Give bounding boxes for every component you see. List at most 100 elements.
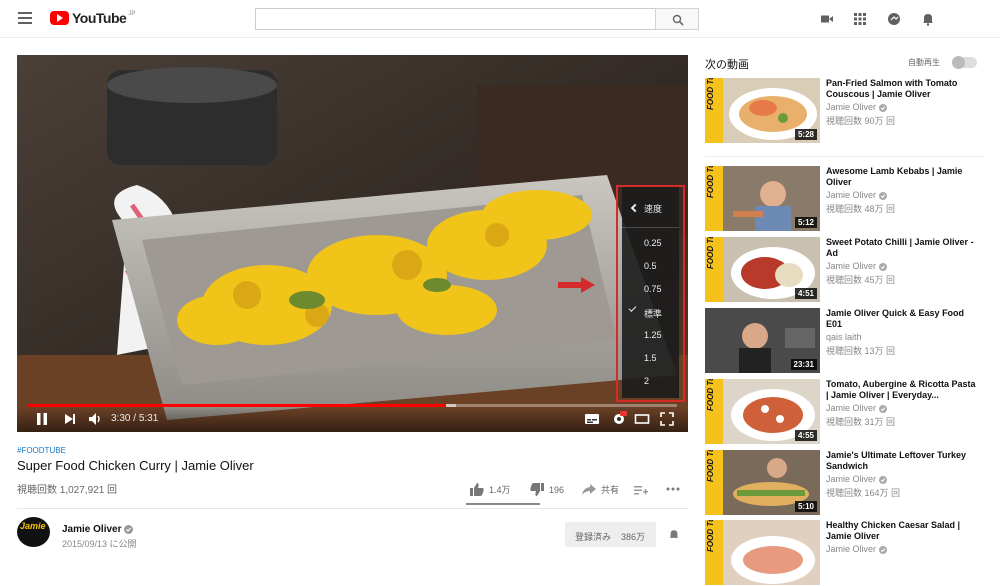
foodtube-badge: FOOD Tube — [705, 379, 723, 444]
up-next-heading: 次の動画 — [705, 59, 749, 71]
video-frame — [17, 55, 688, 432]
recommended-video[interactable]: FOOD Tube 4:55 Tomato, Aubergine & Ricotta… — [705, 379, 987, 445]
duration: 5:31 — [138, 413, 159, 424]
verified-icon — [878, 103, 887, 112]
current-time: 3:30 — [111, 413, 131, 424]
thumb-up-icon — [470, 483, 484, 496]
recommended-video[interactable]: 23:31 Jamie Oliver Quick & Easy Food E01 q… — [705, 308, 987, 374]
verified-icon — [124, 524, 134, 534]
recommended-channel: Jamie Oliver — [826, 102, 887, 112]
duration-badge: 5:10 — [794, 501, 817, 512]
chat-icon[interactable] — [887, 12, 901, 26]
share-label: 共有 — [601, 485, 620, 495]
verified-icon — [878, 404, 887, 413]
recommended-video[interactable]: FOOD Tube Healthy Chicken Caesar Salad | … — [705, 520, 987, 586]
video-thumbnail[interactable]: FOOD Tube — [705, 520, 820, 585]
recommended-video[interactable]: FOOD Tube 5:10 Jamie's Ultimate Leftover T… — [705, 450, 987, 516]
recommended-video[interactable]: FOOD Tube 5:12 Awesome Lamb Kebabs | Jamie… — [705, 166, 987, 232]
recommended-video[interactable]: FOOD Tube 4:51 Sweet Potato Chilli | Jamie… — [705, 237, 987, 303]
fullscreen-icon[interactable] — [659, 411, 675, 427]
settings-icon[interactable] — [611, 411, 627, 427]
recommended-channel: qais laith — [826, 332, 862, 342]
like-count: 1.4万 — [489, 485, 511, 495]
view-count: 視聴回数 1,027,921 回 — [17, 485, 118, 496]
recommended-title[interactable]: Jamie Oliver Quick & Easy Food E01 — [826, 308, 976, 330]
recommended-channel: Jamie Oliver — [826, 403, 887, 413]
foodtube-badge: FOOD Tube — [705, 78, 723, 143]
youtube-play-icon — [50, 11, 69, 25]
subscribe-label: 登録済み — [575, 532, 612, 542]
top-bar: YouTube JP — [0, 0, 1000, 38]
avatar[interactable]: Jamie — [17, 517, 50, 547]
video-camera-icon[interactable] — [820, 12, 834, 26]
sentiment-bar — [466, 503, 540, 505]
share-button[interactable]: 共有 — [582, 483, 619, 496]
bell-icon[interactable] — [921, 12, 935, 26]
search-input[interactable] — [255, 8, 655, 30]
recommended-title[interactable]: Healthy Chicken Caesar Salad | Jamie Oli… — [826, 520, 976, 542]
share-icon — [582, 483, 596, 495]
recommended-title[interactable]: Awesome Lamb Kebabs | Jamie Oliver — [826, 166, 976, 188]
logo-text: YouTube — [72, 10, 127, 26]
video-thumbnail[interactable]: FOOD Tube 5:12 — [705, 166, 820, 231]
dislike-button[interactable]: 196 — [530, 483, 564, 496]
divider — [17, 508, 688, 509]
recommended-views: 視聴回数 45万 回 — [826, 275, 896, 285]
hashtag-link[interactable]: #FOODTUBE — [17, 446, 66, 455]
pause-icon[interactable] — [34, 411, 50, 427]
next-icon[interactable] — [62, 411, 78, 427]
youtube-logo[interactable]: YouTube JP — [50, 10, 135, 26]
subscribe-button[interactable]: 登録済み 386万 — [565, 522, 656, 547]
add-to-playlist-icon[interactable] — [634, 485, 648, 495]
subscriber-count: 386万 — [621, 532, 646, 542]
notification-bell-icon[interactable] — [668, 528, 680, 541]
duration-badge: 23:31 — [790, 359, 817, 370]
recommended-title[interactable]: Tomato, Aubergine & Ricotta Pasta | Jami… — [826, 379, 976, 401]
hamburger-icon[interactable] — [18, 12, 32, 24]
recommended-views: 視聴回数 48万 回 — [826, 204, 896, 214]
duration-badge: 4:55 — [794, 430, 817, 441]
red-arrow-icon — [558, 277, 595, 293]
video-thumbnail[interactable]: FOOD Tube 5:10 — [705, 450, 820, 515]
video-thumbnail[interactable]: FOOD Tube 5:28 — [705, 78, 820, 143]
autoplay-toggle[interactable] — [952, 56, 977, 69]
video-title: Super Food Chicken Curry | Jamie Oliver — [17, 458, 254, 473]
verified-icon — [878, 545, 887, 554]
video-player[interactable]: 3:30 / 5:31 速度 0.25 0.5 0.75 標準 1.25 1.5… — [17, 55, 688, 432]
apps-icon[interactable] — [853, 12, 867, 26]
foodtube-badge: FOOD Tube — [705, 237, 723, 302]
duration-badge: 5:12 — [794, 217, 817, 228]
foodtube-badge: FOOD Tube — [705, 520, 723, 585]
search-icon — [672, 14, 684, 26]
recommended-views: 視聴回数 13万 回 — [826, 346, 896, 356]
divider — [705, 156, 985, 157]
highlight-box — [616, 185, 685, 402]
dislike-count: 196 — [549, 484, 565, 495]
publish-date: 2015/09/13 に公開 — [62, 539, 137, 549]
volume-icon[interactable] — [87, 411, 103, 427]
avatar-text: Jamie — [20, 521, 46, 531]
video-thumbnail[interactable]: 23:31 — [705, 308, 820, 373]
foodtube-badge: FOOD Tube — [705, 450, 723, 515]
video-thumbnail[interactable]: FOOD Tube 4:51 — [705, 237, 820, 302]
recommended-views: 視聴回数 90万 回 — [826, 116, 896, 126]
recommended-channel: Jamie Oliver — [826, 190, 887, 200]
like-button[interactable]: 1.4万 — [470, 483, 511, 496]
duration-badge: 4:51 — [794, 288, 817, 299]
recommended-title[interactable]: Pan-Fried Salmon with Tomato Couscous | … — [826, 78, 976, 100]
subtitles-icon[interactable] — [584, 411, 600, 427]
channel-name[interactable]: Jamie Oliver — [62, 524, 134, 535]
video-thumbnail[interactable]: FOOD Tube 4:55 — [705, 379, 820, 444]
time-display: 3:30 / 5:31 — [111, 413, 159, 424]
thumb-down-icon — [530, 483, 544, 496]
theater-icon[interactable] — [634, 411, 650, 427]
search-button[interactable] — [655, 8, 699, 30]
recommended-channel: Jamie Oliver — [826, 544, 887, 554]
recommended-video[interactable]: FOOD Tube 5:28 Pan-Fried Salmon with Tomat… — [705, 78, 987, 144]
verified-icon — [878, 191, 887, 200]
recommended-title[interactable]: Jamie's Ultimate Leftover Turkey Sandwic… — [826, 450, 976, 472]
autoplay-label: 自動再生 — [908, 58, 940, 67]
recommended-title[interactable]: Sweet Potato Chilli | Jamie Oliver - Ad — [826, 237, 976, 259]
more-icon[interactable] — [666, 487, 680, 491]
recommended-views: 視聴回数 31万 回 — [826, 417, 896, 427]
